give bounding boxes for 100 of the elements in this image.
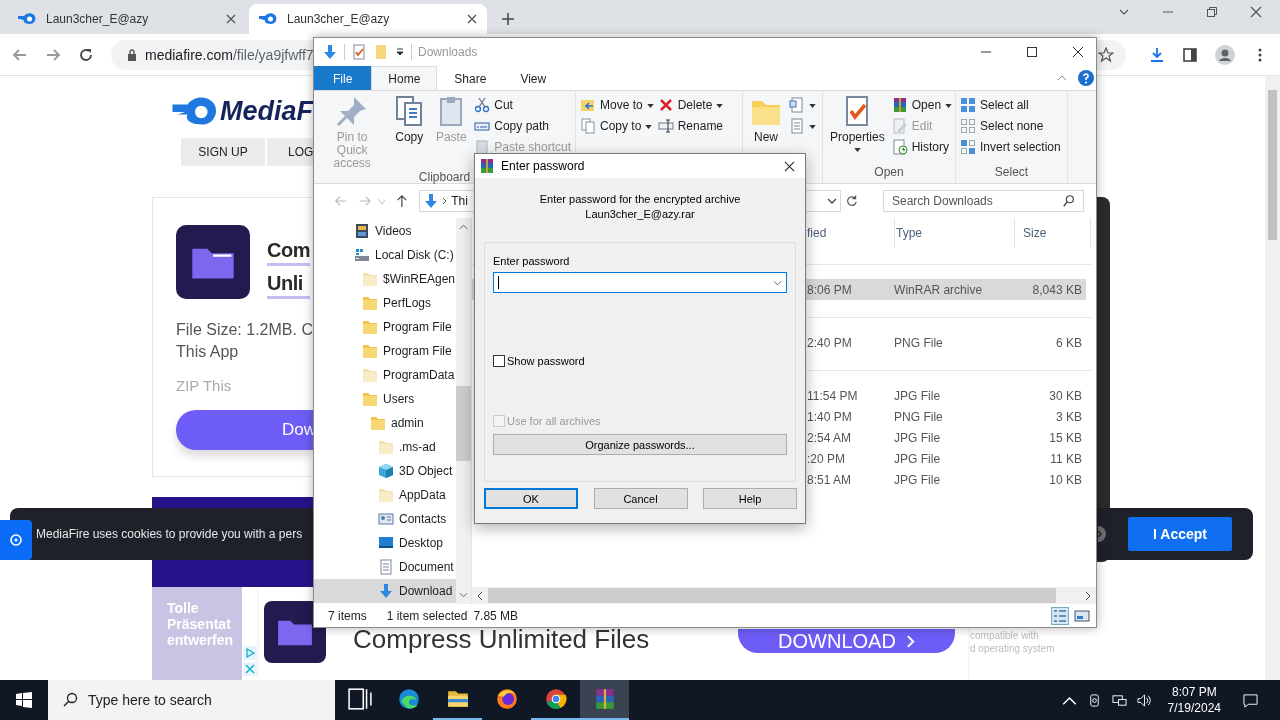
accept-button[interactable]: I Accept: [1128, 517, 1232, 551]
ribbon-button[interactable]: [789, 95, 816, 115]
ribbon-button[interactable]: Move to: [580, 95, 654, 115]
tree-item[interactable]: .ms-ad: [314, 435, 456, 459]
app-title[interactable]: Com: [267, 237, 310, 266]
tree-item[interactable]: 3D Object: [314, 459, 456, 483]
dropdown-icon[interactable]: [395, 47, 405, 57]
ribbon-button[interactable]: Select all: [960, 95, 1061, 115]
settings-button[interactable]: [0, 520, 32, 560]
column-header[interactable]: Type: [895, 218, 1015, 248]
film-icon: [354, 223, 370, 239]
ribbon-button[interactable]: Cut: [474, 95, 571, 115]
dialog-button[interactable]: Help: [703, 488, 797, 509]
ribbon-tab[interactable]: File: [314, 66, 372, 90]
scroll-thumb[interactable]: [488, 588, 1057, 603]
volume-icon[interactable]: [1136, 692, 1152, 708]
sidebar-icon[interactable]: [1182, 46, 1198, 63]
scroll-thumb[interactable]: [1268, 90, 1277, 240]
back-icon[interactable]: [12, 46, 28, 63]
dialog-button[interactable]: Cancel: [593, 488, 688, 509]
tree-item[interactable]: Contacts: [314, 507, 456, 531]
tree-item[interactable]: Users: [314, 387, 456, 411]
ribbon-button[interactable]: Delete: [657, 95, 724, 115]
plus-icon[interactable]: [502, 13, 514, 25]
help-icon[interactable]: [1078, 70, 1094, 86]
forward-icon[interactable]: [45, 46, 61, 63]
nav-button[interactable]: SIGN UP: [181, 138, 265, 166]
browser-tab[interactable]: Laun3cher_E@azy: [249, 4, 487, 34]
dialog-button[interactable]: OK: [484, 488, 578, 509]
ribbon-button[interactable]: Copy: [390, 95, 429, 144]
tree-item[interactable]: Download: [314, 579, 456, 603]
folder-icon: [378, 487, 394, 503]
ribbon-tab[interactable]: View: [503, 66, 564, 90]
scroll-down-icon[interactable]: [459, 592, 468, 598]
check-page-icon[interactable]: [351, 44, 367, 60]
download-icon[interactable]: [322, 44, 338, 60]
archive-icon: [891, 97, 908, 113]
star-icon[interactable]: [1098, 46, 1114, 63]
ribbon-button[interactable]: New: [747, 95, 785, 144]
tree-item[interactable]: AppData: [314, 483, 456, 507]
folder-icon: [362, 271, 378, 287]
ribbon-button[interactable]: Copy path: [474, 116, 571, 136]
ribbon-tab[interactable]: Share: [437, 66, 504, 90]
ribbon-button[interactable]: [789, 116, 816, 136]
ribbon-button[interactable]: Properties: [827, 95, 888, 152]
clock[interactable]: 8:07 PM 7/19/2024: [1161, 684, 1233, 716]
tree-item[interactable]: PerfLogs: [314, 291, 456, 315]
search-field[interactable]: Type here to search: [48, 680, 335, 720]
refresh-icon[interactable]: [845, 194, 859, 208]
organize-button[interactable]: Organize passwords...: [493, 434, 787, 455]
ribbon-button[interactable]: Open: [891, 95, 953, 115]
browser-tab[interactable]: Laun3cher_E@azy: [8, 4, 246, 34]
network-icon[interactable]: [1111, 692, 1127, 708]
thumbnail-view-icon[interactable]: [1074, 607, 1090, 624]
edit-icon: [891, 118, 908, 134]
password-field[interactable]: [493, 272, 787, 293]
tree-item[interactable]: Program File: [314, 315, 456, 339]
profile-icon[interactable]: [1215, 44, 1235, 65]
scroll-thumb[interactable]: [456, 386, 471, 461]
url-text: mediafire.com/file/ya9jfwff7: [145, 46, 314, 63]
chevron-right-icon: [442, 197, 449, 205]
details-view-icon[interactable]: [1052, 607, 1068, 624]
app-title[interactable]: Unli: [267, 270, 310, 299]
ribbon-button[interactable]: History: [891, 137, 953, 157]
nav-button[interactable]: LOG: [267, 138, 313, 166]
table-cell-text: 8:06 PM: [807, 282, 853, 297]
table-cell-text: JPG File: [893, 430, 942, 445]
tree-item[interactable]: Local Disk (C:): [314, 243, 456, 267]
tree-item[interactable]: admin: [314, 411, 456, 435]
ribbon-button[interactable]: Select none: [960, 116, 1061, 136]
maximize-icon[interactable]: [1026, 46, 1038, 58]
ribbon-tab[interactable]: Home: [371, 66, 438, 90]
notification-icon[interactable]: [1243, 692, 1258, 708]
dialog-message: Enter password for the encrypted archive: [539, 192, 741, 207]
scroll-left-icon[interactable]: [477, 590, 483, 601]
checkbox-label[interactable]: Show password: [507, 355, 585, 367]
scrollbar[interactable]: [1265, 76, 1280, 680]
reload-icon[interactable]: [78, 46, 94, 63]
tree-item[interactable]: $WinREAgen: [314, 267, 456, 291]
ribbon-button[interactable]: Copy to: [580, 116, 654, 136]
tree-item[interactable]: Desktop: [314, 531, 456, 555]
restore-icon[interactable]: [1206, 6, 1218, 18]
tree-item[interactable]: ProgramData: [314, 363, 456, 387]
ribbon-button[interactable]: Invert selection: [960, 137, 1061, 157]
column-header[interactable]: fied: [807, 218, 895, 248]
download-icon[interactable]: [1149, 46, 1165, 63]
tree-item[interactable]: Videos: [314, 219, 456, 243]
scroll-right-icon[interactable]: [1085, 590, 1091, 601]
scrollbar[interactable]: [472, 587, 1096, 604]
tree-item[interactable]: Program File: [314, 339, 456, 363]
download-button[interactable]: DOWNLOAD: [738, 629, 955, 653]
column-header[interactable]: Size: [1015, 218, 1091, 248]
search-field[interactable]: Search Downloads: [883, 190, 1084, 212]
scroll-up-icon[interactable]: [459, 224, 468, 230]
tree-item[interactable]: Document: [314, 555, 456, 579]
dropdown-icon[interactable]: [827, 198, 838, 204]
checkbox[interactable]: [493, 355, 505, 367]
scrollbar[interactable]: [456, 218, 471, 604]
folder-icon: [378, 439, 394, 455]
ribbon-button[interactable]: Rename: [657, 116, 724, 136]
